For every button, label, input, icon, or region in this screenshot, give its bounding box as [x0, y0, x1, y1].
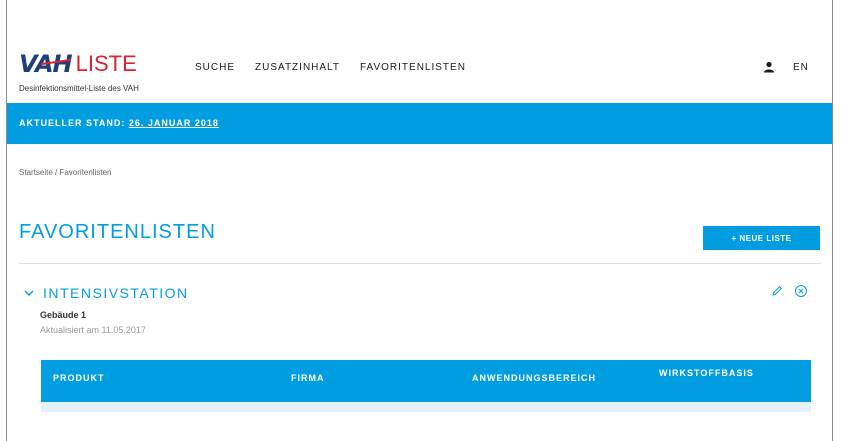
list-header[interactable]: INTENSIVSTATION [23, 285, 189, 301]
column-header-produkt[interactable]: PRODUKT [53, 373, 105, 383]
list-title: INTENSIVSTATION [43, 285, 189, 301]
table-header: PRODUKT FIRMA ANWENDUNGSBEREICH WIRKSTOF… [41, 360, 811, 402]
status-date[interactable]: 26. JANUAR 2018 [129, 118, 219, 128]
column-header-wirkstoffbasis[interactable]: WIRKSTOFFBASIS [659, 368, 754, 378]
browser-frame: VAH LISTE Desinfektionsmittel-Liste des … [6, 0, 833, 441]
pencil-icon[interactable] [771, 285, 783, 297]
page-title: FAVORITENLISTEN [19, 221, 216, 243]
nav-item-suche[interactable]: SUCHE [195, 62, 235, 73]
vah-logo[interactable]: VAH LISTE [19, 47, 137, 77]
main-nav: SUCHE ZUSATZINHALT FAVORITENLISTEN [195, 62, 486, 73]
close-circle-icon[interactable] [794, 284, 808, 298]
breadcrumb[interactable]: Startseite / Favoritenlisten [19, 168, 111, 177]
logo-liste-text: LISTE [75, 51, 137, 76]
language-switch[interactable]: EN [793, 62, 809, 73]
user-icon[interactable] [763, 61, 775, 73]
tagline: Desinfektionsmittel-Liste des VAH [19, 84, 139, 93]
status-bar: AKTUELLER STAND: 26. JANUAR 2018 [7, 103, 832, 144]
chevron-down-icon[interactable] [23, 288, 35, 298]
table-row [41, 402, 811, 412]
new-list-button[interactable]: + NEUE LISTE [703, 226, 820, 250]
list-updated: Aktualisiert am 11.05.2017 [40, 325, 146, 335]
divider [19, 263, 821, 264]
status-text: AKTUELLER STAND: 26. JANUAR 2018 [19, 118, 219, 128]
status-prefix: AKTUELLER STAND: [19, 118, 129, 128]
nav-item-favoritenlisten[interactable]: FAVORITENLISTEN [360, 62, 466, 73]
column-header-anwendungsbereich[interactable]: ANWENDUNGSBEREICH [472, 373, 596, 383]
column-header-firma[interactable]: FIRMA [291, 373, 325, 383]
nav-item-zusatzinhalt[interactable]: ZUSATZINHALT [255, 62, 340, 73]
list-subtitle: Gebäude 1 [40, 310, 87, 320]
